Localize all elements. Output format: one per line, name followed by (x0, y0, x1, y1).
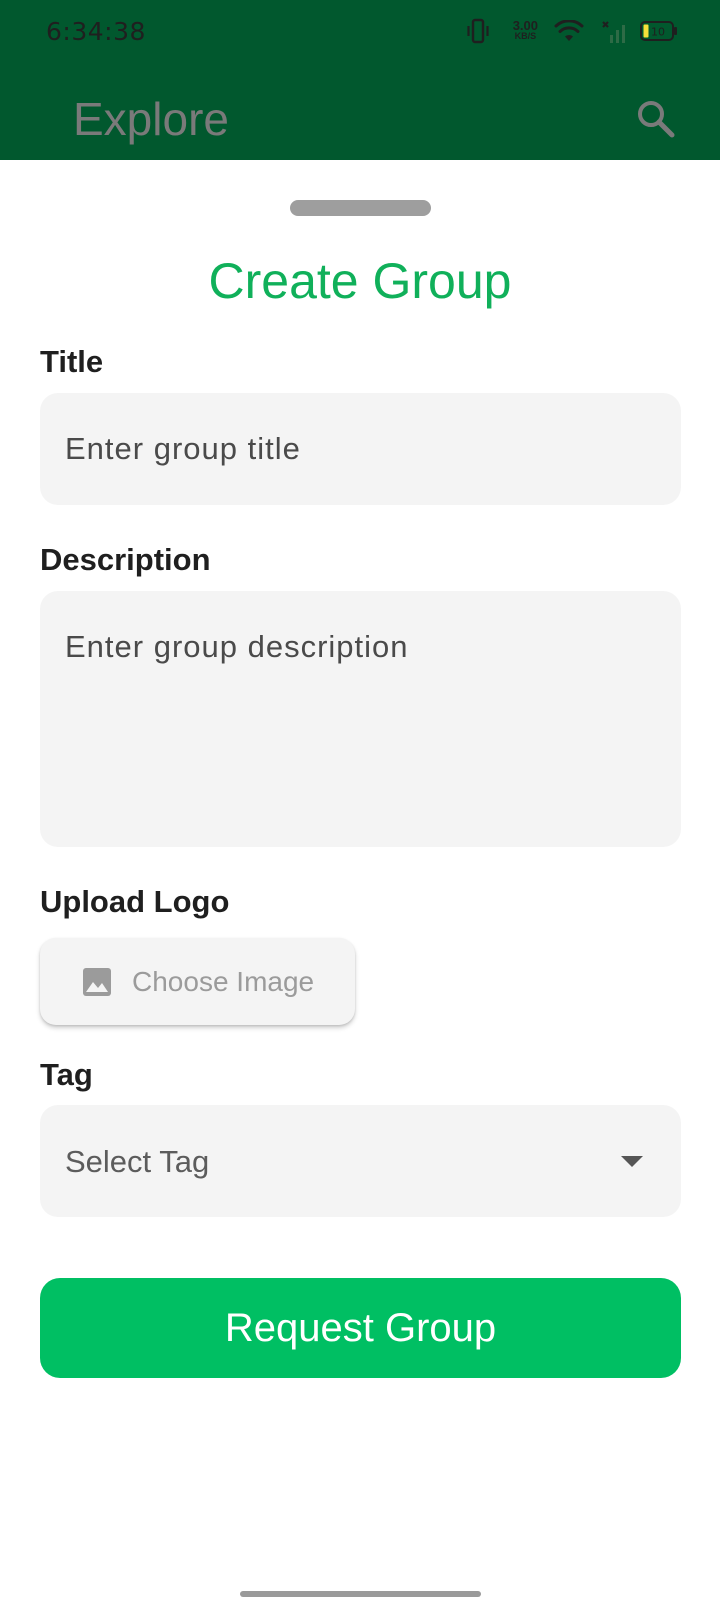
status-bar: 6:34:38 3.00 KB/S 10 (0, 0, 720, 64)
choose-image-button[interactable]: Choose Image (40, 938, 355, 1025)
status-time: 6:34:38 (46, 17, 146, 46)
network-speed: 3.00 KB/S (513, 19, 538, 41)
vibrate-icon (467, 18, 489, 44)
battery-level: 10 (651, 26, 665, 39)
image-icon (83, 968, 111, 996)
sheet-drag-handle[interactable] (290, 200, 431, 216)
tag-select[interactable]: Select Tag (40, 1105, 681, 1217)
tag-select-placeholder: Select Tag (65, 1144, 210, 1179)
network-speed-unit: KB/S (514, 31, 537, 41)
title-input-placeholder: Enter group title (65, 431, 301, 466)
create-group-sheet: Create Group Title Enter group title Des… (0, 160, 720, 1600)
dropdown-arrow-icon (621, 1156, 643, 1167)
sheet-title: Create Group (208, 253, 512, 309)
search-icon[interactable] (636, 99, 676, 139)
request-group-button[interactable]: Request Group (40, 1278, 681, 1378)
wifi-icon (554, 20, 584, 41)
app-bar: 6:34:38 3.00 KB/S 10 Explore (0, 0, 720, 160)
description-label: Description (40, 542, 211, 577)
title-input[interactable]: Enter group title (40, 393, 681, 505)
description-input-placeholder: Enter group description (65, 629, 409, 664)
appbar-title: Explore (73, 93, 229, 145)
tag-label: Tag (40, 1057, 93, 1092)
choose-image-label: Choose Image (132, 966, 315, 997)
description-input[interactable]: Enter group description (40, 591, 681, 847)
upload-logo-label: Upload Logo (40, 884, 230, 919)
home-indicator[interactable] (240, 1591, 481, 1597)
title-label: Title (40, 344, 104, 379)
signal-icon (602, 21, 625, 43)
battery-icon: 10 (640, 21, 677, 41)
